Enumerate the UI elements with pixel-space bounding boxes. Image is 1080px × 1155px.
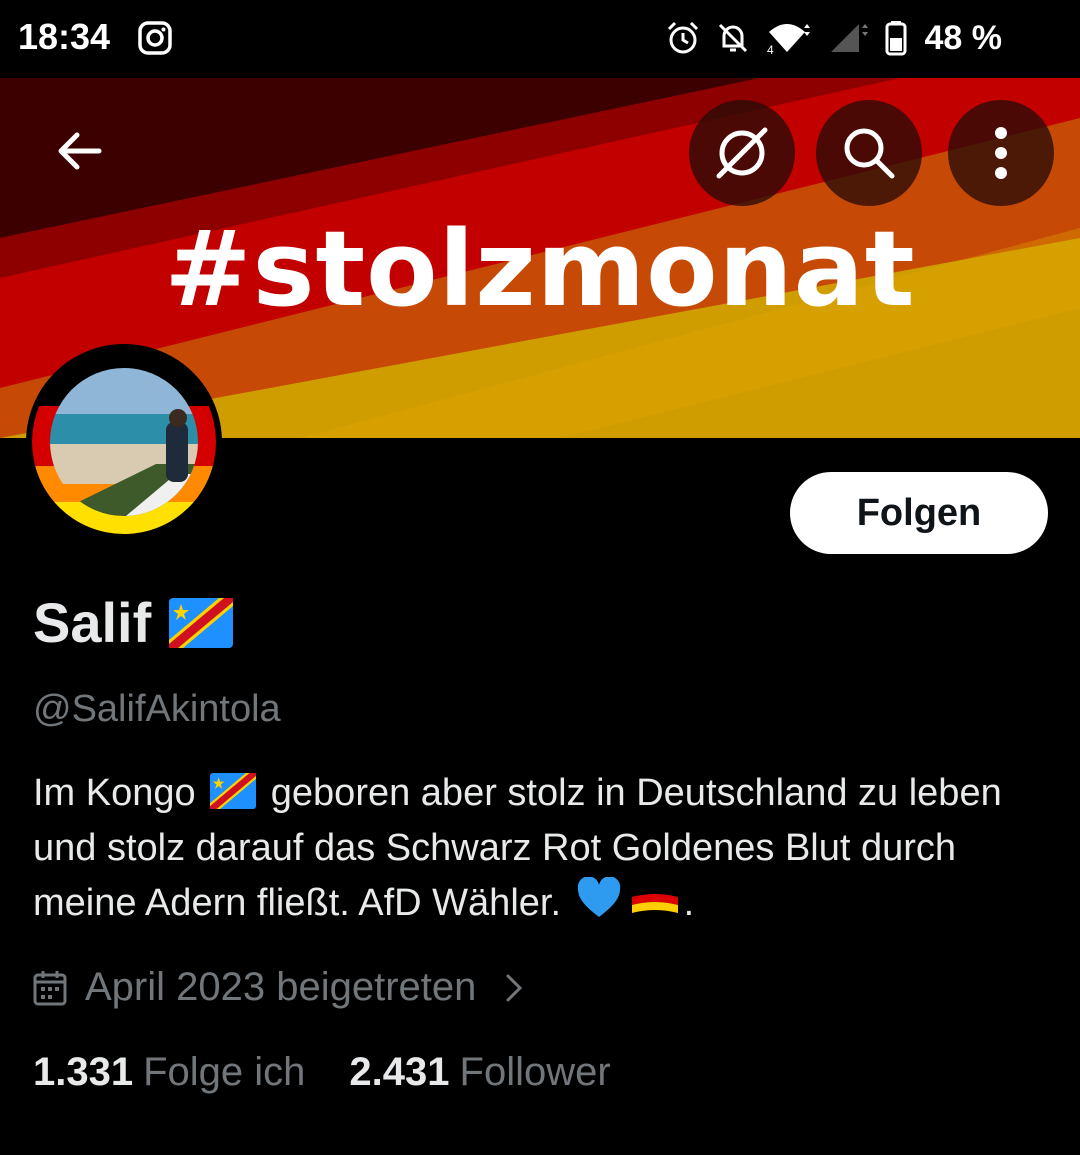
blue-heart-icon (577, 877, 620, 917)
calendar-icon (33, 970, 67, 1005)
follow-button[interactable]: Folgen (790, 472, 1048, 554)
bio-text-start: Im Kongo (33, 772, 196, 814)
search-button[interactable] (816, 100, 922, 206)
joined-date-row[interactable]: April 2023 beigetreten (33, 965, 526, 1010)
signal-icon (830, 24, 868, 52)
followers-count: 2.431 (349, 1050, 450, 1094)
joined-date: April 2023 beigetreten (85, 965, 477, 1009)
grok-icon (716, 127, 768, 179)
status-bar: 18:34 4 48 % (0, 0, 1080, 78)
profile-bio: Im Kongo geboren aber stolz in Deutschla… (33, 766, 1043, 931)
germany-flag-icon (631, 888, 678, 913)
svg-text:4: 4 (767, 43, 774, 56)
profile-stats: 1.331 Folge ich 2.431 Follower (33, 1050, 611, 1095)
grok-button[interactable] (689, 100, 795, 206)
instagram-icon (138, 21, 172, 55)
display-name: Salif (33, 591, 152, 654)
battery-icon (885, 21, 906, 56)
status-icons: 4 48 % (665, 18, 1003, 58)
bio-text-end: . (683, 882, 695, 924)
avatar-image (32, 350, 216, 534)
congo-flag-icon (210, 773, 257, 809)
following-stat[interactable]: 1.331 Folge ich (33, 1050, 305, 1095)
bell-off-icon (718, 23, 747, 53)
following-label: Folge ich (143, 1050, 306, 1094)
battery-percent: 48 % (924, 18, 1003, 57)
alarm-icon (667, 21, 698, 54)
banner-hashtag: #stolzmonat (164, 208, 916, 330)
congo-flag-icon (169, 597, 234, 648)
chevron-right-icon (506, 974, 523, 1001)
followers-label: Follower (459, 1050, 611, 1094)
profile-name-row: Salif (33, 590, 234, 655)
search-icon (844, 128, 895, 179)
followers-stat[interactable]: 2.431 Follower (349, 1050, 610, 1095)
arrow-left-icon (58, 132, 102, 170)
more-options-button[interactable] (948, 100, 1054, 206)
wifi-icon: 4 (767, 24, 810, 56)
status-time: 18:34 (18, 16, 111, 57)
avatar[interactable] (26, 344, 222, 540)
profile-handle: @SalifAkintola (33, 688, 281, 730)
back-button[interactable] (26, 98, 132, 204)
following-count: 1.331 (33, 1050, 134, 1094)
more-vertical-icon (995, 127, 1007, 179)
